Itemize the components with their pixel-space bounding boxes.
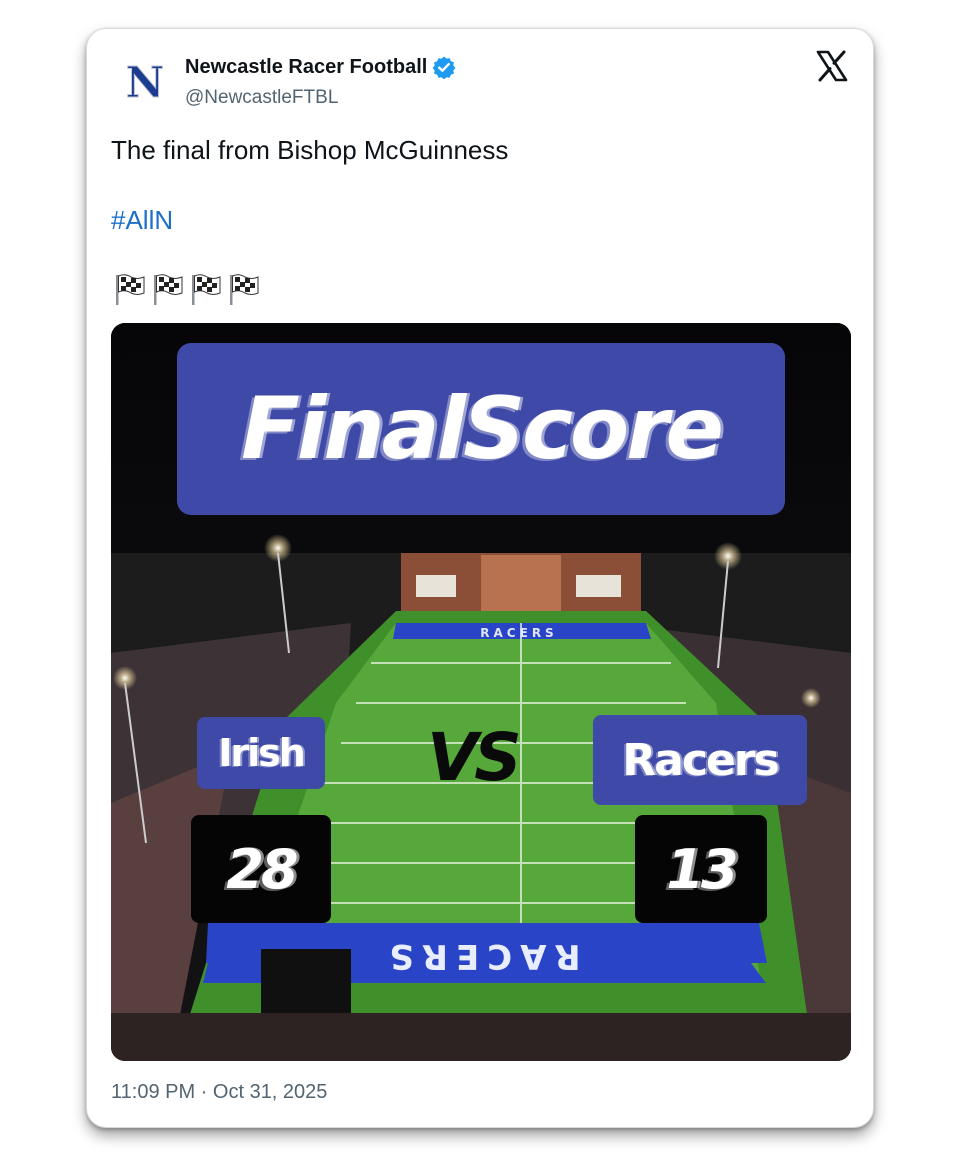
media-image[interactable]: RACERS RACERS FinalScore Irish Racers VS… <box>111 323 851 1061</box>
author-name[interactable]: Newcastle Racer Football <box>185 55 456 79</box>
home-team-label: Irish <box>197 717 325 789</box>
checkered-flag-icon <box>191 274 221 306</box>
checkered-flag-icon <box>153 274 183 306</box>
tweet-text: The final from Bishop McGuinness <box>111 135 509 165</box>
tweet-card: N Newcastle Racer Football @NewcastleFTB… <box>86 28 874 1128</box>
home-score: 28 <box>191 815 331 923</box>
vs-label: VS <box>427 719 522 796</box>
checkered-flag-icon <box>115 274 145 306</box>
avatar[interactable]: N <box>125 59 165 103</box>
tweet-timestamp[interactable]: 11:09 PM · Oct 31, 2025 <box>111 1081 327 1104</box>
hashtag-link[interactable]: #AllN <box>111 205 173 236</box>
checkered-flag-icon <box>229 274 259 306</box>
away-score-value: 13 <box>666 837 738 901</box>
away-score: 13 <box>635 815 767 923</box>
home-team-name: Irish <box>218 731 306 775</box>
author-handle[interactable]: @NewcastleFTBL <box>185 87 338 109</box>
verified-badge-icon <box>432 56 456 79</box>
field-endzone-bottom-text: RACERS <box>381 936 580 976</box>
field-endzone-top-text: RACERS <box>480 626 557 640</box>
author-name-text[interactable]: Newcastle Racer Football <box>185 56 427 79</box>
away-team-name: Racers <box>622 734 779 786</box>
away-team-label: Racers <box>593 715 807 805</box>
final-score-headline: FinalScore <box>241 379 724 479</box>
final-score-banner: FinalScore <box>177 343 785 515</box>
home-score-value: 28 <box>226 837 298 901</box>
avatar-letter: N <box>126 59 164 103</box>
x-logo-icon[interactable] <box>815 49 849 83</box>
emoji-row <box>113 269 261 307</box>
